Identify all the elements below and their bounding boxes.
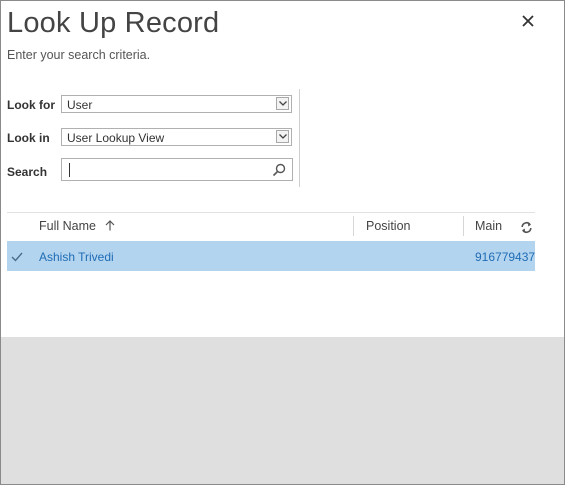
search-icon[interactable] bbox=[272, 163, 286, 182]
look-for-select[interactable]: User bbox=[61, 95, 292, 113]
column-header-main[interactable]: Main bbox=[475, 219, 502, 233]
column-divider[interactable] bbox=[463, 216, 464, 236]
column-divider[interactable] bbox=[353, 216, 354, 236]
table-row[interactable]: Ashish Trivedi 916779437 bbox=[7, 241, 535, 271]
look-in-label: Look in bbox=[7, 131, 50, 145]
search-input[interactable] bbox=[61, 158, 293, 181]
look-for-label: Look for bbox=[7, 98, 55, 112]
checkmark-icon[interactable] bbox=[11, 249, 23, 267]
look-for-value: User bbox=[67, 98, 93, 112]
column-header-full-name[interactable]: Full Name bbox=[39, 219, 115, 234]
close-icon[interactable] bbox=[519, 13, 537, 31]
grid-top-border bbox=[7, 212, 535, 213]
look-in-value: User Lookup View bbox=[67, 131, 165, 145]
form-divider bbox=[299, 89, 300, 187]
chevron-down-icon[interactable] bbox=[276, 97, 289, 110]
cell-main-phone[interactable]: 916779437 bbox=[475, 250, 535, 264]
search-label: Search bbox=[7, 165, 48, 179]
cell-full-name[interactable]: Ashish Trivedi bbox=[39, 250, 114, 264]
refresh-icon[interactable] bbox=[520, 221, 533, 239]
dialog-subtitle: Enter your search criteria. bbox=[7, 48, 151, 62]
sort-ascending-icon bbox=[105, 220, 115, 234]
column-header-label: Full Name bbox=[39, 219, 96, 233]
text-cursor bbox=[69, 163, 70, 177]
chevron-down-icon[interactable] bbox=[276, 130, 289, 143]
dialog-title: Look Up Record bbox=[7, 7, 220, 39]
footer-panel bbox=[1, 337, 564, 484]
column-header-position[interactable]: Position bbox=[366, 219, 410, 233]
look-in-select[interactable]: User Lookup View bbox=[61, 128, 292, 146]
